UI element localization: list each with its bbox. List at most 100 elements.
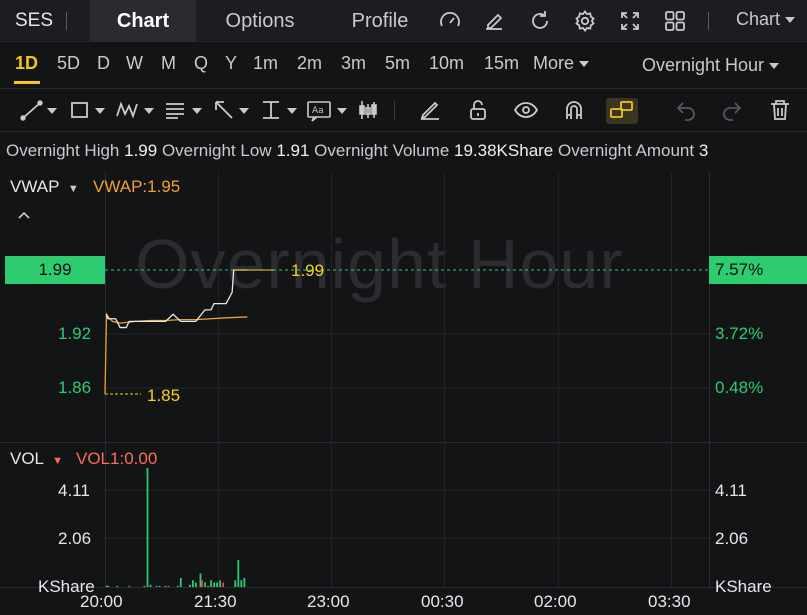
pattern-tool-icon[interactable] (115, 98, 159, 124)
period-more[interactable]: More (533, 53, 590, 74)
active-period-indicator (14, 81, 40, 84)
time-axis-tick: 23:00 (307, 592, 350, 611)
gear-icon[interactable] (573, 9, 597, 33)
undo-icon[interactable] (674, 98, 698, 124)
gauge-icon[interactable] (438, 9, 462, 33)
stat-low-label: Overnight Low (161, 141, 272, 160)
overnight-stats: Overnight High 1.99 Overnight Low 1.91 O… (6, 141, 807, 161)
vol-right-tick: 2.06 (715, 529, 749, 548)
period-5m[interactable]: 5m (385, 53, 410, 74)
redo-icon[interactable] (720, 98, 744, 124)
vwap-indicator-name[interactable]: VWAP ▼ (10, 177, 79, 197)
pen-icon[interactable] (418, 98, 442, 124)
period-m[interactable]: M (161, 53, 176, 74)
vol-indicator-name[interactable]: VOL ▼ (10, 449, 63, 469)
measure-tool-icon[interactable] (260, 98, 302, 124)
volume-bar (191, 580, 194, 587)
rectangle-tool-icon[interactable] (68, 98, 110, 124)
top-bar: SES Chart Options Profile Chart (0, 0, 807, 42)
period-q[interactable]: Q (194, 53, 208, 74)
fib-tool-icon[interactable] (163, 98, 207, 124)
divider (708, 12, 709, 30)
stat-low-value: 1.91 (276, 141, 310, 160)
eye-icon[interactable] (513, 98, 539, 124)
drawing-toolbar: Aa (0, 88, 807, 132)
stat-volume-value: 19.38KShare (454, 141, 554, 160)
period-d[interactable]: D (97, 53, 110, 74)
period-1m[interactable]: 1m (253, 53, 278, 74)
refresh-icon[interactable] (528, 9, 552, 33)
collapse-chevron-icon[interactable] (16, 208, 32, 224)
period-5d[interactable]: 5D (57, 53, 80, 74)
symbol-label[interactable]: SES (15, 10, 53, 32)
right-axis-tick: 3.72% (715, 324, 764, 343)
volume-bar (210, 580, 212, 587)
volume-bar (222, 582, 225, 587)
period-10m[interactable]: 10m (429, 53, 464, 74)
link-drawings-icon[interactable] (606, 98, 638, 124)
chart-menu[interactable]: Chart (736, 9, 795, 30)
magnet-icon[interactable] (562, 98, 586, 124)
volume-bar (167, 585, 170, 587)
volume-bar (107, 585, 110, 587)
arrow-tool-icon[interactable] (212, 98, 254, 124)
text-tool-icon[interactable]: Aa (306, 98, 352, 124)
price-chart-svg[interactable] (0, 172, 807, 615)
vol-right-tick: 4.11 (715, 481, 747, 500)
volume-bar (201, 580, 203, 587)
time-axis-tick: 21:30 (194, 592, 237, 611)
volume-bar (149, 584, 152, 587)
volume-bar (243, 578, 246, 587)
volume-bar (164, 585, 167, 587)
period-3m[interactable]: 3m (341, 53, 366, 74)
volume-bar (195, 582, 197, 587)
period-y[interactable]: Y (225, 53, 237, 74)
volume-bar (216, 582, 219, 587)
candle-tool-icon[interactable] (356, 98, 380, 124)
vol-right-unit: KShare (715, 577, 772, 596)
period-1d[interactable]: 1D (15, 53, 38, 74)
stat-volume-label: Overnight Volume (314, 141, 450, 160)
volume-bar (234, 580, 237, 587)
volume-bar (240, 580, 243, 587)
volume-bar (237, 560, 240, 587)
chart-area[interactable]: Overnight Hour VWAP ▼ VWAP:1.95 VOL ▼ VO… (0, 172, 807, 615)
period-15m[interactable]: 15m (484, 53, 519, 74)
low-marker-label: 1.85 (147, 386, 181, 405)
tab-options[interactable]: Options (205, 0, 315, 42)
vol-left-tick: 4.11 (58, 481, 90, 500)
fullscreen-icon[interactable] (618, 9, 642, 33)
edit-icon[interactable] (482, 9, 506, 33)
price-line (105, 269, 248, 329)
period-w[interactable]: W (126, 53, 143, 74)
session-select[interactable]: Overnight Hour (642, 55, 779, 76)
lock-icon[interactable] (466, 98, 490, 124)
volume-bar (179, 578, 182, 587)
left-axis-tick: 1.86 (58, 378, 92, 397)
time-axis-tick: 00:30 (421, 592, 464, 611)
high-marker-label: 1.99 (291, 261, 325, 280)
period-bar: 1D 5D D W M Q Y 1m 2m 3m 5m 10m 15m More… (0, 43, 807, 87)
current-price-tag: 1.99 (5, 256, 105, 284)
volume-bar (116, 585, 119, 587)
volume-bar (204, 582, 206, 587)
stat-amount-value: 3 (698, 141, 709, 160)
svg-text:Aa: Aa (312, 106, 324, 116)
trash-icon[interactable] (768, 98, 792, 124)
tab-profile[interactable]: Profile (335, 0, 425, 42)
current-change-tag: 7.57% (709, 256, 807, 284)
right-axis-tick: 0.48% (715, 378, 764, 397)
volume-bar (155, 585, 158, 587)
time-axis-tick: 20:00 (80, 592, 123, 611)
tab-chart[interactable]: Chart (90, 0, 196, 42)
volume-bar (188, 584, 191, 587)
volume-bar (146, 468, 149, 587)
grid-icon[interactable] (663, 9, 687, 33)
vol-left-tick: 2.06 (58, 529, 92, 548)
trendline-tool-icon[interactable] (20, 98, 62, 124)
vol-indicator-value: VOL1:0.00 (76, 449, 158, 468)
vwap-indicator-value: VWAP:1.95 (93, 177, 181, 196)
stat-high-label: Overnight High (6, 141, 120, 160)
period-2m[interactable]: 2m (297, 53, 322, 74)
volume-bar (158, 585, 161, 587)
